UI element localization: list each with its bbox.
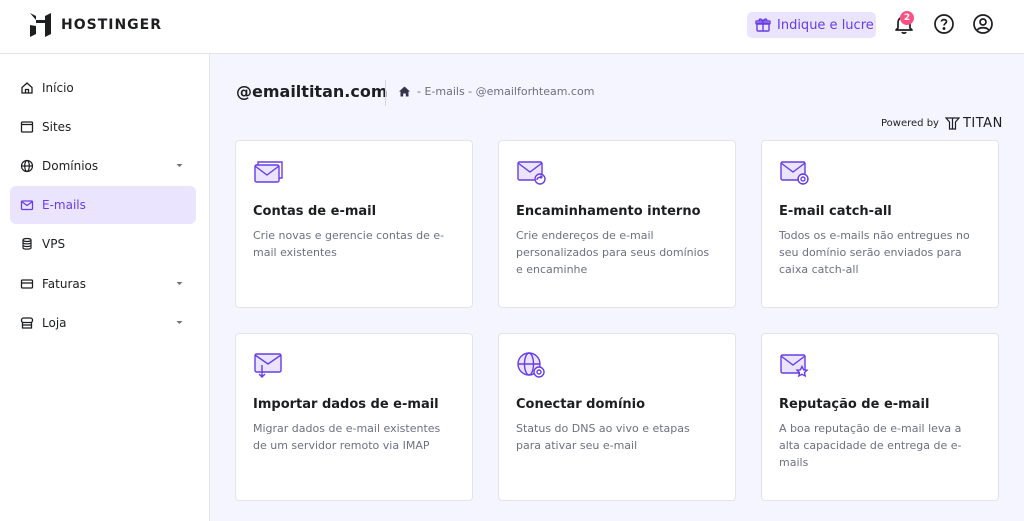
chevron-down-icon xyxy=(176,321,183,324)
globe-settings-icon xyxy=(517,352,545,378)
mail-forward-icon xyxy=(517,161,546,185)
powered-by-label: Powered by xyxy=(881,118,939,129)
sidebar: Início Sites Domínios E-mails VPS Fatura… xyxy=(0,54,210,521)
card-title: Contas de e-mail xyxy=(253,204,377,219)
card-description: Todos os e-mails não entregues no seu do… xyxy=(779,229,970,276)
refer-and-earn-button[interactable]: Indique e lucre xyxy=(747,12,876,38)
breadcrumb: - E-mails - @emailforhteam.com xyxy=(398,85,594,98)
account-icon[interactable] xyxy=(972,13,994,35)
card-title: Importar dados de e-mail xyxy=(253,397,439,412)
card-import-email[interactable]: Importar dados de e-mail Migrar dados de… xyxy=(235,333,473,501)
top-bar: HOSTINGER Indique e lucre 2 xyxy=(0,0,1024,54)
sidebar-item-loja[interactable]: Loja xyxy=(10,304,196,342)
sidebar-item-label: Domínios xyxy=(42,159,99,173)
card-title: Reputação de e-mail xyxy=(779,397,930,412)
mail-icon xyxy=(20,200,34,211)
notification-badge: 2 xyxy=(900,11,914,25)
card-catch-all[interactable]: E-mail catch-all Todos os e-mails não en… xyxy=(761,140,999,308)
hostinger-logo[interactable]: HOSTINGER xyxy=(30,12,162,38)
gift-icon xyxy=(755,18,771,32)
card-description: Migrar dados de e-mail existentes de um … xyxy=(253,422,441,452)
globe-icon xyxy=(20,159,34,173)
sidebar-item-sites[interactable]: Sites xyxy=(10,108,196,146)
card-description: Crie endereços de e-mail personalizados … xyxy=(516,229,710,276)
brand-name: HOSTINGER xyxy=(61,17,163,33)
page-title: @emailtitan.com xyxy=(236,82,388,101)
card-email-accounts[interactable]: Contas de e-mail Crie novas e gerencie c… xyxy=(235,140,473,308)
store-icon xyxy=(20,317,34,329)
mail-settings-icon xyxy=(780,161,809,185)
home-icon xyxy=(21,82,33,94)
sidebar-item-label: Início xyxy=(42,81,74,95)
titan-logo-icon xyxy=(944,117,960,130)
sidebar-item-label: Sites xyxy=(42,120,72,134)
card-description: Crie novas e gerencie contas de e-mail e… xyxy=(253,229,445,259)
home-icon[interactable] xyxy=(398,85,411,98)
sidebar-item-label: Loja xyxy=(42,316,67,330)
sidebar-item-label: Faturas xyxy=(42,277,87,291)
card-title: Encaminhamento interno xyxy=(516,204,701,219)
powered-by: Powered by TITAN xyxy=(881,116,1003,131)
card-title: E-mail catch-all xyxy=(779,204,892,219)
chevron-down-icon xyxy=(176,282,183,285)
database-icon xyxy=(22,237,32,250)
titan-logo: TITAN xyxy=(944,116,1003,131)
card-description: Status do DNS ao vivo e etapas para ativ… xyxy=(516,422,690,452)
card-connect-domain[interactable]: Conectar domínio Status do DNS ao vivo e… xyxy=(498,333,736,501)
card-description: A boa reputação de e-mail leva a alta ca… xyxy=(779,422,962,469)
sidebar-item-vps[interactable]: VPS xyxy=(10,225,196,263)
card-email-reputation[interactable]: Reputação de e-mail A boa reputação de e… xyxy=(761,333,999,501)
card-internal-forwarding[interactable]: Encaminhamento interno Crie endereços de… xyxy=(498,140,736,308)
sidebar-item-emails[interactable]: E-mails xyxy=(10,186,196,224)
refer-label: Indique e lucre xyxy=(777,17,874,33)
mail-star-icon xyxy=(780,354,809,378)
chevron-down-icon xyxy=(176,164,183,167)
sidebar-item-inicio[interactable]: Início xyxy=(10,69,196,107)
sidebar-item-label: E-mails xyxy=(42,198,86,212)
breadcrumb-path[interactable]: - E-mails - @emailforhteam.com xyxy=(417,85,594,98)
sidebar-item-faturas[interactable]: Faturas xyxy=(10,265,196,303)
mail-stack-icon xyxy=(254,161,283,183)
sidebar-item-label: VPS xyxy=(42,237,66,251)
sidebar-item-dominios[interactable]: Domínios xyxy=(10,147,196,185)
browser-icon xyxy=(20,121,34,133)
mail-import-icon xyxy=(254,353,282,378)
help-icon[interactable] xyxy=(933,13,955,35)
title-divider xyxy=(385,80,386,106)
titan-brand: TITAN xyxy=(962,116,1003,131)
credit-card-icon xyxy=(20,279,34,289)
hostinger-logo-icon xyxy=(30,13,51,37)
card-title: Conectar domínio xyxy=(516,397,646,412)
